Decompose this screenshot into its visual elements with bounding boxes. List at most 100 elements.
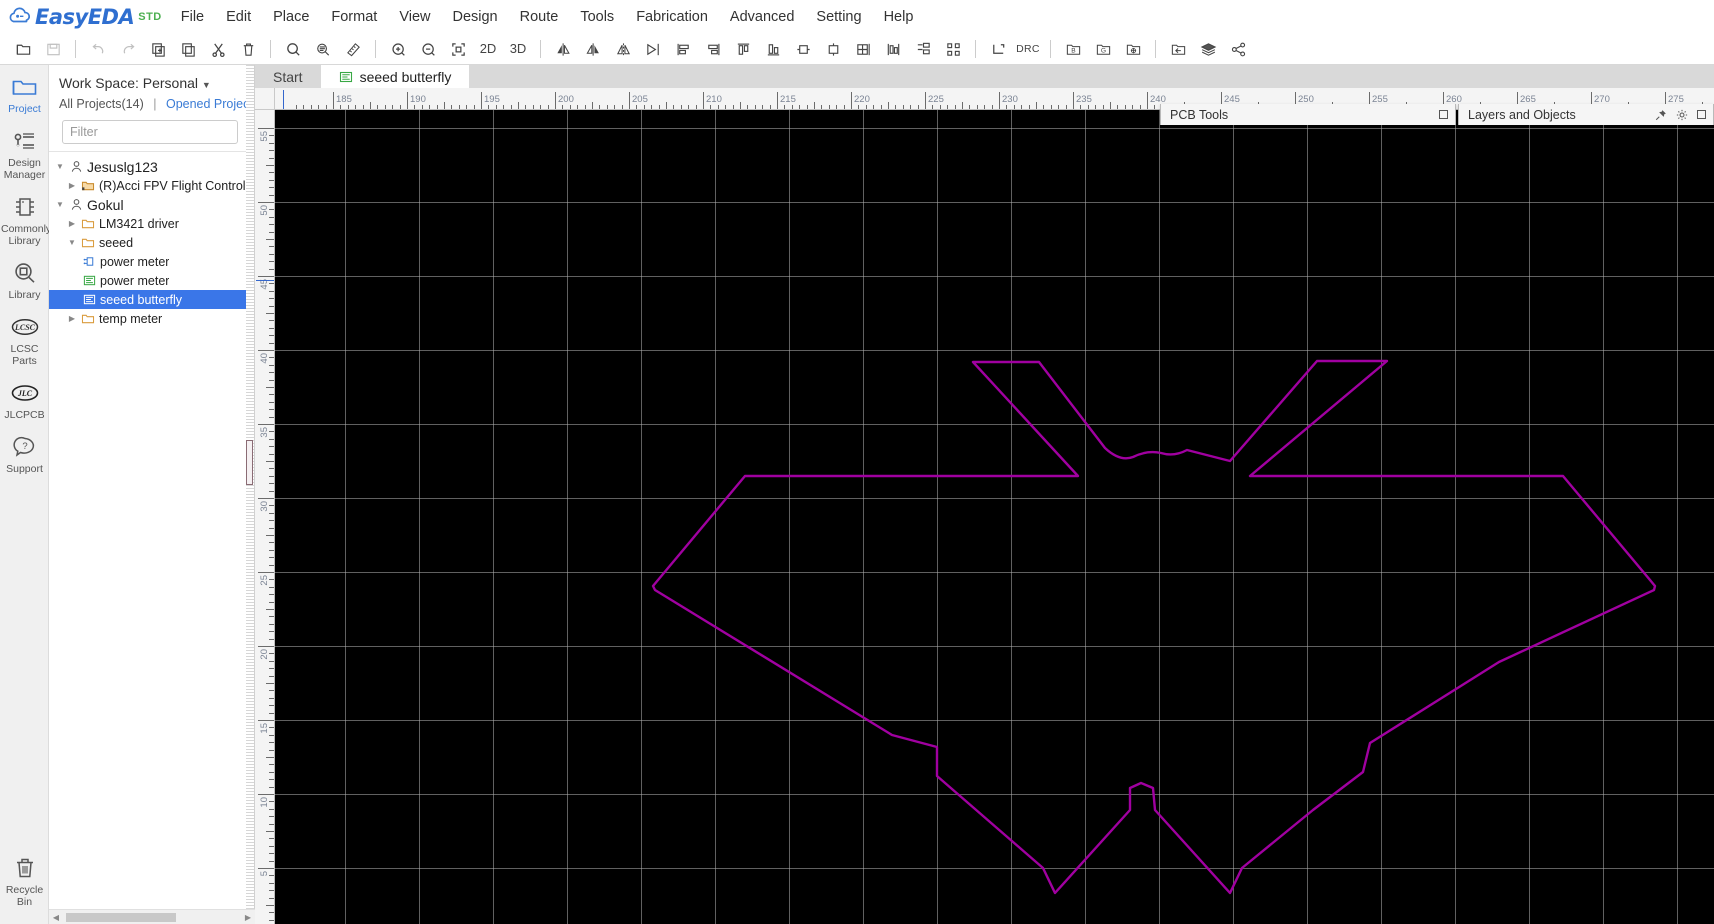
find-similar-icon[interactable] [308,36,338,62]
rail-item-recycle-bin[interactable]: Recycle Bin [0,846,49,912]
scrollbar-track[interactable] [63,912,241,922]
share-icon[interactable] [1223,36,1253,62]
chevron-down-icon[interactable]: ▼ [53,162,67,171]
panel-pcb-tools[interactable]: PCB Tools [1160,104,1456,125]
project-panel-horizontal-scrollbar[interactable]: ◀ ▶ [49,909,255,924]
rail-item-commonly-library[interactable]: Commonly Library [0,185,51,251]
layers-icon[interactable] [1193,36,1223,62]
align-right2-icon[interactable] [698,36,728,62]
chevron-right-icon[interactable]: ▶ [65,219,79,228]
ruler-minor-tick [269,416,274,418]
flip-vertical-icon[interactable] [578,36,608,62]
route-track-icon[interactable] [983,36,1013,62]
bom-folder-icon[interactable]: B [1058,36,1088,62]
maximize-icon[interactable] [1439,110,1448,119]
opened-projects-link[interactable]: Opened Projects( [166,97,254,111]
menu-format[interactable]: Format [320,3,388,31]
ruler-minor-tick [269,557,274,559]
ruler-minor-tick [266,905,274,906]
import-folder-icon[interactable] [1163,36,1193,62]
rail-item-library[interactable]: Library [0,251,49,305]
tree-node-seeed-butterfly[interactable]: seeed butterfly [49,290,254,309]
gear-icon[interactable] [1676,109,1688,121]
tree-node-seeed[interactable]: ▼ seeed [49,233,254,252]
tree-node-power-meter-pcb[interactable]: power meter [49,271,254,290]
tree-node-jesuslg123[interactable]: ▼ Jesuslg123 [49,157,254,176]
view-2d-button[interactable]: 2D [473,36,503,62]
array-icon[interactable] [938,36,968,62]
tab-start[interactable]: Start [255,65,321,88]
workspace-selector[interactable]: Work Space: Personal ▼ [49,65,254,93]
align-bottom-icon[interactable] [758,36,788,62]
undo-icon[interactable] [83,36,113,62]
gerber-folder-icon[interactable]: G [1088,36,1118,62]
align-vcenter-icon[interactable] [818,36,848,62]
menu-view[interactable]: View [388,3,441,31]
align-right-icon[interactable] [638,36,668,62]
menu-advanced[interactable]: Advanced [719,3,806,31]
zoom-fit-icon[interactable] [443,36,473,62]
paste-icon[interactable] [173,36,203,62]
chevron-right-icon[interactable]: ▶ [65,314,79,323]
drc-button[interactable]: DRC [1013,36,1043,62]
all-projects-link[interactable]: All Projects(14) [59,97,144,111]
tree-node-acci-fpv[interactable]: ▶ (R)Acci FPV Flight Controller - E [49,176,254,195]
rail-item-jlcpcb[interactable]: JLC JLCPCB [0,371,49,425]
pin-icon[interactable] [1655,109,1667,121]
rail-item-lcsc-parts[interactable]: LCSC LCSC Parts [0,305,49,371]
vertical-ruler[interactable]: 55 50 45 40 35 30 25 20 15 10 5 [255,110,275,924]
menu-place[interactable]: Place [262,3,320,31]
copy-icon[interactable] [143,36,173,62]
distribute-grid-icon[interactable] [848,36,878,62]
maximize-icon[interactable] [1697,110,1706,119]
chevron-down-icon[interactable]: ▼ [53,200,67,209]
pcb-canvas[interactable] [275,110,1714,924]
zoom-out-icon[interactable] [413,36,443,62]
search-icon[interactable] [278,36,308,62]
menu-setting[interactable]: Setting [805,3,872,31]
measure-icon[interactable] [338,36,368,62]
redo-icon[interactable] [113,36,143,62]
chevron-right-icon[interactable]: ▶ [65,181,79,190]
tree-node-temp-meter[interactable]: ▶ temp meter [49,309,254,328]
rail-item-support[interactable]: ? Support [0,425,49,479]
save-icon[interactable] [8,36,38,62]
menu-design[interactable]: Design [441,3,508,31]
search-input[interactable] [62,120,238,144]
scroll-right-icon[interactable]: ▶ [241,913,255,922]
align-left-icon[interactable] [668,36,698,62]
tab-seeed-butterfly[interactable]: seeed butterfly [320,65,470,88]
menu-route[interactable]: Route [509,3,570,31]
flip-horizontal-icon[interactable] [548,36,578,62]
menu-edit[interactable]: Edit [215,3,262,31]
menu-help[interactable]: Help [873,3,925,31]
distribute-horizontal-icon[interactable] [878,36,908,62]
scroll-left-icon[interactable]: ◀ [49,913,63,922]
menu-file[interactable]: File [170,3,215,31]
rail-item-design-manager[interactable]: Design Manager [0,119,49,185]
tree-node-lm3421-driver[interactable]: ▶ LM3421 driver [49,214,254,233]
svg-text:LCSC: LCSC [13,323,35,332]
project-panel-vertical-scrollbar[interactable] [246,65,254,924]
menu-tools[interactable]: Tools [569,3,625,31]
zoom-in-icon[interactable] [383,36,413,62]
scrollbar-thumb[interactable] [246,440,253,485]
board-outline[interactable] [275,110,1714,924]
pick-place-folder-icon[interactable] [1118,36,1148,62]
delete-icon[interactable] [233,36,263,62]
view-3d-button[interactable]: 3D [503,36,533,62]
align-top-icon[interactable] [728,36,758,62]
rail-item-project[interactable]: Project [0,65,49,119]
menu-fabrication[interactable]: Fabrication [625,3,719,31]
mirror-icon[interactable] [608,36,638,62]
panel-layers-and-objects[interactable]: Layers and Objects [1458,104,1714,125]
scrollbar-thumb[interactable] [66,912,176,922]
cut-icon[interactable] [203,36,233,62]
tree-node-power-meter-sch[interactable]: power meter [49,252,254,271]
distribute-vertical-icon[interactable] [908,36,938,62]
app-logo[interactable]: EasyEDA STD [0,5,170,29]
tree-node-gokul[interactable]: ▼ Gokul [49,195,254,214]
chevron-down-icon[interactable]: ▼ [65,238,79,247]
save-as-icon[interactable] [38,36,68,62]
align-hcenter-icon[interactable] [788,36,818,62]
